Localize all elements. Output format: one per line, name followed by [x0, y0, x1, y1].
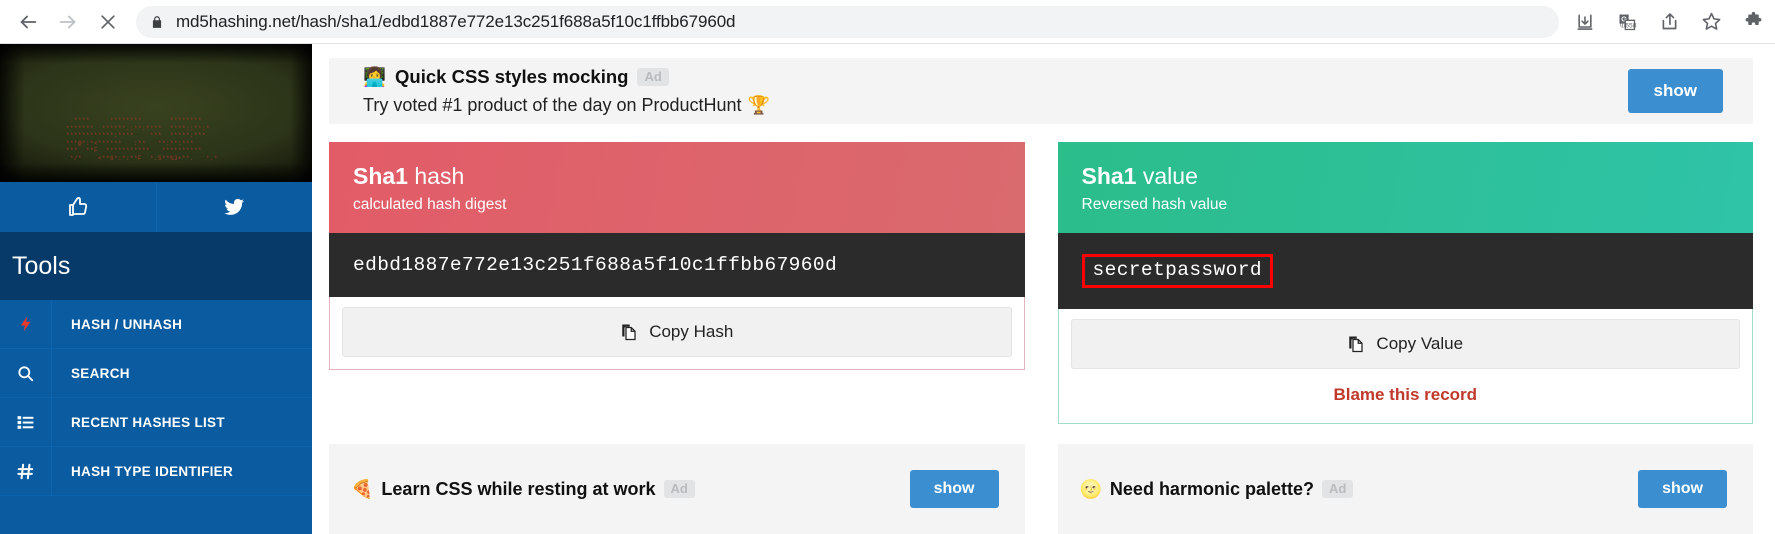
twitter-share-button[interactable] — [155, 182, 313, 232]
hash-card-title-rest: hash — [407, 162, 465, 189]
ad-title-row: 👩‍💻 Quick CSS styles mocking Ad — [363, 66, 1628, 88]
twitter-bird-icon — [222, 195, 246, 219]
copy-hash-label: Copy Hash — [649, 321, 734, 341]
ad-show-button[interactable]: show — [1627, 68, 1723, 113]
ad-subtitle-text: Try voted #1 product of the day on Produ… — [363, 94, 742, 115]
ad-title-text: Quick CSS styles mocking — [395, 65, 629, 87]
bookmark-star-icon[interactable] — [1695, 6, 1727, 38]
value-card-title-rest: value — [1136, 162, 1198, 189]
bottom-ad-title-text: Learn CSS while resting at work — [381, 478, 656, 499]
browser-toolbar-icons: G \u6587 — [1569, 6, 1775, 38]
sidebar-item-hash-type-identifier[interactable]: HASH TYPE IDENTIFIER — [0, 447, 312, 496]
sidebar-item-recent-hashes[interactable]: RECENT HASHES LIST — [0, 398, 312, 447]
ad-badge: Ad — [1321, 480, 1354, 498]
lock-icon — [150, 15, 164, 29]
top-ad-banner[interactable]: 👩‍💻 Quick CSS styles mocking Ad Try vote… — [329, 58, 1753, 124]
hash-card-title-strong: Sha1 — [353, 162, 408, 189]
copy-icon — [620, 323, 638, 341]
ad-subtitle-row: Try voted #1 product of the day on Produ… — [363, 95, 1628, 116]
sidebar-item-label: RECENT HASHES LIST — [71, 414, 225, 430]
banner-ascii-text: .**** ******** ******** ******* ******.:… — [66, 117, 219, 162]
bottom-ad-text-block: 🍕 Learn CSS while resting at work Ad — [351, 479, 910, 500]
highlighted-value: secretpassword — [1081, 253, 1273, 288]
share-icon[interactable] — [1653, 6, 1685, 38]
list-icon — [0, 398, 52, 446]
url-text: md5hashing.net/hash/sha1/edbd1887e772e13… — [176, 11, 736, 31]
back-button[interactable] — [10, 4, 46, 40]
page-body: .**** ******** ******** ******* ******.:… — [0, 44, 1775, 534]
main-content: 👩‍💻 Quick CSS styles mocking Ad Try vote… — [312, 44, 1775, 534]
sha1-hash-card: Sha1 hash calculated hash digest edbd188… — [329, 141, 1025, 425]
social-buttons-row — [0, 182, 312, 232]
svg-text:\u6587: \u6587 — [1620, 22, 1637, 29]
bottom-ad-emoji-icon: 🍕 — [351, 478, 374, 499]
reversed-value-display: secretpassword — [1057, 232, 1753, 309]
bottom-ad-left[interactable]: 🍕 Learn CSS while resting at work Ad sho… — [329, 444, 1025, 534]
crt-terminal-banner: .**** ******** ******** ******* ******.:… — [0, 44, 312, 182]
cards-row: Sha1 hash calculated hash digest edbd188… — [329, 141, 1753, 425]
value-card-header: Sha1 value Reversed hash value — [1057, 141, 1753, 233]
bottom-ad-title-row: 🌝 Need harmonic palette? Ad — [1080, 479, 1639, 500]
sidebar-item-hash-unhash[interactable]: HASH / UNHASH — [0, 300, 312, 349]
value-card-footer: Copy Value Blame this record — [1057, 309, 1753, 424]
ad-emoji-icon: 👩‍💻 — [363, 65, 387, 87]
hash-card-title: Sha1 hash — [353, 163, 1001, 190]
bottom-ad-title-text: Need harmonic palette? — [1109, 478, 1314, 499]
navigation-buttons — [0, 4, 126, 40]
sidebar-item-search[interactable]: SEARCH — [0, 349, 312, 398]
lightning-bolt-icon — [0, 300, 52, 348]
trophy-icon: 🏆 — [747, 94, 770, 115]
copy-icon — [1347, 335, 1365, 353]
ad-text-block: 👩‍💻 Quick CSS styles mocking Ad Try vote… — [363, 66, 1628, 116]
bottom-ad-text-block: 🌝 Need harmonic palette? Ad — [1080, 479, 1639, 500]
bottom-ad-title-row: 🍕 Learn CSS while resting at work Ad — [351, 479, 910, 500]
copy-value-label: Copy Value — [1376, 334, 1464, 353]
sha1-value-card: Sha1 value Reversed hash value secretpas… — [1057, 141, 1753, 424]
thumbs-up-icon — [66, 195, 90, 219]
copy-hash-button[interactable]: Copy Hash — [342, 306, 1012, 357]
search-icon — [0, 349, 52, 397]
blame-this-record-link[interactable]: Blame this record — [1071, 369, 1741, 411]
sidebar: .**** ******** ******** ******* ******.:… — [0, 44, 312, 534]
forward-button[interactable] — [50, 4, 86, 40]
hash-card-footer: Copy Hash — [329, 296, 1025, 370]
bottom-ad-show-button[interactable]: show — [909, 470, 999, 508]
address-bar[interactable]: md5hashing.net/hash/sha1/edbd1887e772e13… — [136, 5, 1559, 38]
sidebar-tools-header: Tools — [0, 232, 312, 300]
bottom-ad-emoji-icon: 🌝 — [1079, 478, 1102, 499]
hash-card-subtitle: calculated hash digest — [353, 195, 507, 213]
extensions-puzzle-icon[interactable] — [1737, 6, 1769, 38]
value-card-title-strong: Sha1 — [1081, 162, 1137, 189]
facebook-like-button[interactable] — [0, 182, 156, 232]
bottom-ads-row: 🍕 Learn CSS while resting at work Ad sho… — [329, 444, 1753, 534]
sidebar-item-label: HASH TYPE IDENTIFIER — [71, 463, 234, 479]
hash-icon — [0, 447, 52, 495]
stop-loading-button[interactable] — [90, 4, 126, 40]
bottom-ad-show-button[interactable]: show — [1638, 470, 1727, 508]
download-icon[interactable] — [1569, 6, 1601, 38]
translate-icon[interactable]: G \u6587 — [1611, 6, 1643, 38]
sidebar-item-label: SEARCH — [71, 365, 130, 381]
value-card-title: Sha1 value — [1082, 163, 1730, 190]
hash-card-header: Sha1 hash calculated hash digest — [329, 141, 1025, 233]
bottom-ad-right[interactable]: 🌝 Need harmonic palette? Ad show — [1057, 444, 1753, 534]
ad-badge: Ad — [663, 480, 695, 498]
hash-value-display: edbd1887e772e13c251f688a5f10c1ffbb67960d — [329, 232, 1025, 297]
value-card-subtitle: Reversed hash value — [1081, 195, 1228, 213]
browser-toolbar: md5hashing.net/hash/sha1/edbd1887e772e13… — [0, 0, 1775, 44]
sidebar-item-label: HASH / UNHASH — [71, 316, 183, 332]
copy-value-button[interactable]: Copy Value — [1070, 319, 1740, 369]
ad-badge: Ad — [637, 67, 669, 86]
